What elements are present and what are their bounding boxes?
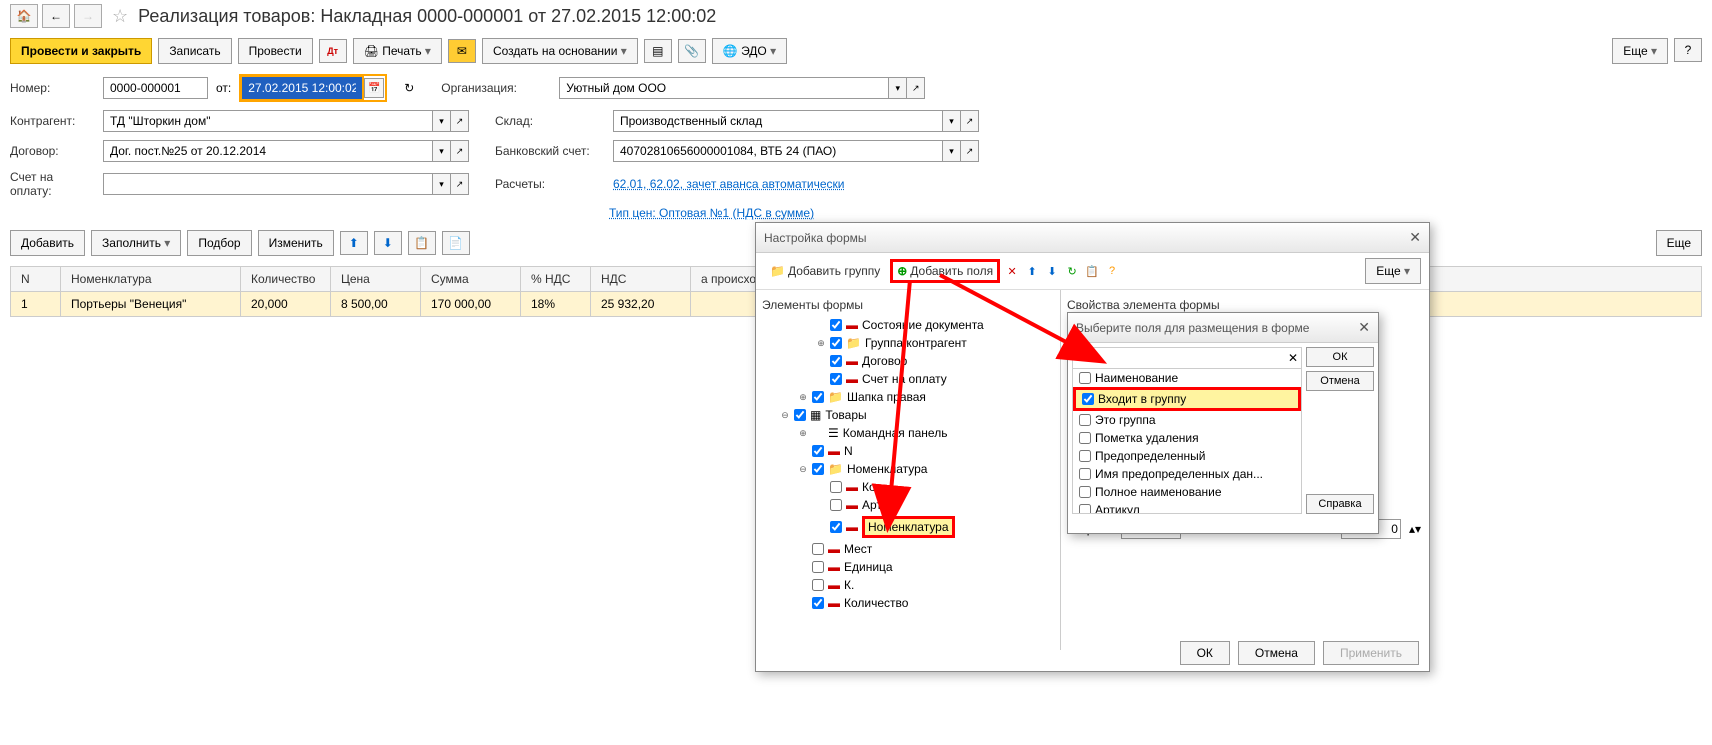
picker-ok-button[interactable]: ОК (1306, 347, 1374, 367)
calendar-icon[interactable]: 📅 (364, 78, 384, 98)
more-button[interactable]: Еще (1612, 38, 1668, 64)
copy-icon[interactable]: 📋 (408, 231, 436, 255)
org-label: Организация: (441, 81, 551, 95)
invoice-field[interactable] (103, 173, 433, 195)
fill-button[interactable]: Заполнить (91, 230, 181, 256)
counterparty-open[interactable]: ↗ (451, 110, 469, 132)
move-down-icon[interactable]: ⬇ (374, 231, 402, 255)
ingroup-highlighted[interactable]: Входит в группу (1073, 387, 1301, 411)
refresh-icon[interactable]: ↻ (1064, 263, 1080, 279)
col-qty: Количество (241, 267, 331, 292)
col-nom: Номенклатура (61, 267, 241, 292)
warehouse-field[interactable] (613, 110, 943, 132)
picker-close-icon[interactable]: ✕ (1358, 319, 1370, 336)
invoice-label: Счет на оплату: (10, 170, 95, 198)
settlements-label: Расчеты: (495, 177, 605, 191)
copy-form-icon[interactable]: 📋 (1084, 263, 1100, 279)
col-vatp: % НДС (521, 267, 591, 292)
apply-button[interactable]: Применить (1323, 641, 1419, 665)
picker-help-button[interactable]: Справка (1306, 494, 1374, 514)
field-picker-dialog: Выберите поля для размещения в форме ✕ ✕… (1067, 312, 1379, 534)
number-label: Номер: (10, 81, 95, 95)
pick-button[interactable]: Подбор (187, 230, 251, 256)
cancel-button[interactable]: Отмена (1238, 641, 1315, 665)
ok-button[interactable]: ОК (1180, 641, 1230, 665)
forward-button[interactable]: → (74, 4, 102, 28)
refresh-date-icon[interactable]: ↻ (395, 76, 423, 100)
tree-nomenclature-highlighted[interactable]: Номенклатура (862, 516, 955, 538)
page-title: Реализация товаров: Накладная 0000-00000… (138, 6, 716, 27)
add-group-button[interactable]: 📁Добавить группу (764, 261, 886, 281)
up-icon[interactable]: ⬆ (1024, 263, 1040, 279)
org-open[interactable]: ↗ (907, 77, 925, 99)
home-button[interactable]: 🏠 (10, 4, 38, 28)
col-sum: Сумма (421, 267, 521, 292)
dialog-more-button[interactable]: Еще (1365, 258, 1421, 284)
paste-icon[interactable]: 📄 (442, 231, 470, 255)
invoice-open[interactable]: ↗ (451, 173, 469, 195)
warehouse-label: Склад: (495, 114, 605, 128)
picker-title: Выберите поля для размещения в форме (1076, 321, 1309, 335)
bank-field[interactable] (613, 140, 943, 162)
col-vat: НДС (591, 267, 691, 292)
move-up-icon[interactable]: ⬆ (340, 231, 368, 255)
warehouse-dropdown[interactable]: ▾ (943, 110, 961, 132)
contract-label: Договор: (10, 144, 95, 158)
invoice-dropdown[interactable]: ▾ (433, 173, 451, 195)
close-icon[interactable]: ✕ (1409, 229, 1421, 246)
attach-icon[interactable]: 📎 (678, 39, 706, 63)
down-icon[interactable]: ⬇ (1044, 263, 1060, 279)
create-based-button[interactable]: Создать на основании (482, 38, 638, 64)
contract-dropdown[interactable]: ▾ (433, 140, 451, 162)
form-elements-tree[interactable]: ▬Состояние документа ⊕📁Группа контрагент… (760, 316, 1056, 612)
bank-label: Банковский счет: (495, 144, 605, 158)
conduct-close-button[interactable]: Провести и закрыть (10, 38, 152, 64)
col-n: N (11, 267, 61, 292)
contract-open[interactable]: ↗ (451, 140, 469, 162)
number-field[interactable] (103, 77, 208, 99)
col-price: Цена (331, 267, 421, 292)
help-icon[interactable]: ? (1674, 38, 1702, 62)
settlements-link[interactable]: 62.01, 62.02, зачет аванса автоматически (613, 177, 844, 191)
counterparty-dropdown[interactable]: ▾ (433, 110, 451, 132)
mail-icon[interactable]: ✉ (448, 39, 476, 63)
report-icon[interactable]: ▤ (644, 39, 672, 63)
contract-field[interactable] (103, 140, 433, 162)
add-fields-button[interactable]: ⊕Добавить поля (890, 259, 1000, 283)
favorite-icon[interactable]: ☆ (112, 6, 128, 27)
dt-kt-icon[interactable]: Дт (319, 39, 347, 63)
org-dropdown[interactable]: ▾ (889, 77, 907, 99)
more-table-button[interactable]: Еще (1656, 230, 1702, 256)
date-field[interactable] (242, 77, 362, 99)
bank-open[interactable]: ↗ (961, 140, 979, 162)
edit-button[interactable]: Изменить (258, 230, 334, 256)
back-button[interactable]: ← (42, 4, 70, 28)
counterparty-field[interactable] (103, 110, 433, 132)
picker-cancel-button[interactable]: Отмена (1306, 371, 1374, 391)
field-search-input[interactable] (1076, 351, 1288, 365)
add-row-button[interactable]: Добавить (10, 230, 85, 256)
help-dialog-icon[interactable]: ? (1104, 263, 1120, 279)
clear-search-icon[interactable]: ✕ (1288, 351, 1298, 365)
edo-button[interactable]: 🌐 ЭДО (712, 38, 787, 64)
fields-list[interactable]: ✕ Наименование Входит в группу Это групп… (1072, 347, 1302, 514)
counterparty-label: Контрагент: (10, 114, 95, 128)
from-label: от: (216, 81, 231, 95)
elements-title: Элементы формы (760, 294, 1056, 316)
conduct-button[interactable]: Провести (238, 38, 313, 64)
dialog-title: Настройка формы (764, 231, 867, 245)
print-button[interactable]: 🖨 Печать (353, 38, 442, 64)
delete-icon[interactable]: ✕ (1004, 263, 1020, 279)
save-button[interactable]: Записать (158, 38, 231, 64)
pricetype-link[interactable]: Тип цен: Оптовая №1 (НДС в сумме) (609, 206, 814, 220)
warehouse-open[interactable]: ↗ (961, 110, 979, 132)
bank-dropdown[interactable]: ▾ (943, 140, 961, 162)
org-field[interactable] (559, 77, 889, 99)
